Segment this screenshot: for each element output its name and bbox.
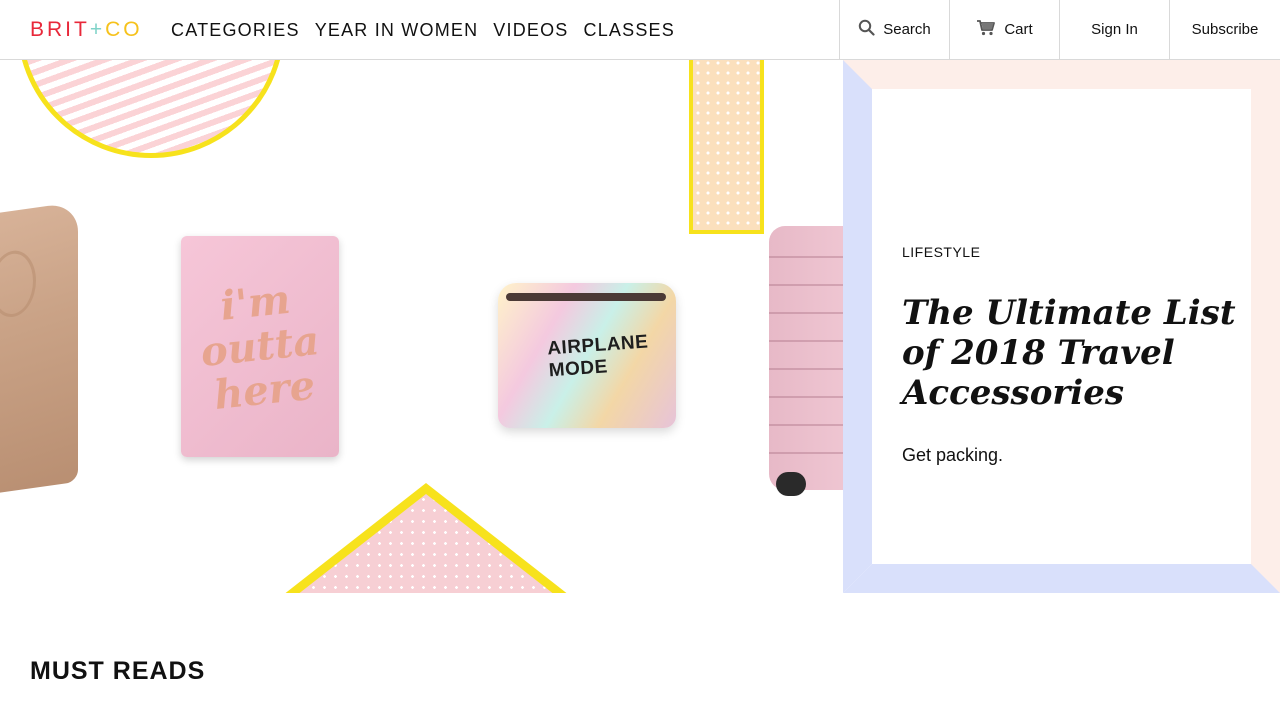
suitcase-rib (769, 368, 843, 370)
frame-left (843, 60, 873, 593)
article-dek: Get packing. (902, 445, 1004, 465)
suitcase-rib (769, 256, 843, 258)
scarf-image (0, 201, 78, 499)
suitcase-image (769, 226, 843, 490)
decor-triangle-fill (297, 494, 555, 593)
frame-right (1250, 60, 1280, 593)
suitcase-rib (769, 424, 843, 426)
suitcase-rib (769, 340, 843, 342)
suitcase-rib (769, 284, 843, 286)
suitcase-rib (769, 312, 843, 314)
decor-dotted-rectangle (689, 60, 764, 234)
nav-categories[interactable]: CATEGORIES (171, 18, 300, 42)
site-header: BRIT + CO CATEGORIES YEAR IN WOMEN VIDEO… (0, 0, 1280, 60)
sign-in-button[interactable]: Sign In (1059, 0, 1169, 59)
logo-brit: BRIT (30, 18, 90, 41)
passport-cover-image: i'm outta here (181, 236, 339, 457)
suitcase-wheel (776, 472, 806, 496)
suitcase-rib (769, 396, 843, 398)
logo-co: CO (105, 18, 143, 41)
cart-icon (976, 19, 996, 40)
nav-classes[interactable]: CLASSES (584, 18, 675, 42)
decor-half-circle (17, 60, 285, 158)
passport-lettering: i'm outta here (198, 275, 322, 419)
category-link[interactable]: LIFESTYLE (902, 244, 980, 260)
hero-card[interactable]: LIFESTYLE The Ultimate List of 2018 Trav… (872, 89, 1251, 564)
suitcase-rib (769, 452, 843, 454)
hero-card-frame: LIFESTYLE The Ultimate List of 2018 Trav… (843, 60, 1280, 593)
hero-image[interactable]: i'm outta here AIRPLANE MODE (0, 60, 843, 593)
must-reads-heading: MUST READS (30, 657, 206, 685)
search-label: Search (883, 21, 931, 38)
utility-nav: Search Cart Sign In Subscribe (839, 0, 1280, 59)
subscribe-label: Subscribe (1191, 21, 1259, 38)
nav-year-in-women[interactable]: YEAR IN WOMEN (315, 18, 479, 42)
search-button[interactable]: Search (839, 0, 949, 59)
logo-plus: + (89, 18, 106, 41)
search-icon (858, 19, 875, 40)
subscribe-button[interactable]: Subscribe (1169, 0, 1280, 59)
frame-top (843, 60, 1280, 90)
sign-in-label: Sign In (1091, 21, 1138, 38)
nav-videos[interactable]: VIDEOS (493, 18, 568, 42)
cart-button[interactable]: Cart (949, 0, 1059, 59)
cart-label: Cart (1004, 21, 1033, 38)
primary-nav: CATEGORIES YEAR IN WOMEN VIDEOS CLASSES (171, 18, 690, 42)
cosmetic-pouch-image: AIRPLANE MODE (498, 283, 676, 428)
article-title[interactable]: The Ultimate List of 2018 Travel Accesso… (902, 293, 1242, 413)
pouch-lettering: AIRPLANE MODE (546, 330, 649, 381)
site-logo[interactable]: BRIT + CO (30, 18, 143, 42)
frame-bottom (843, 563, 1280, 593)
